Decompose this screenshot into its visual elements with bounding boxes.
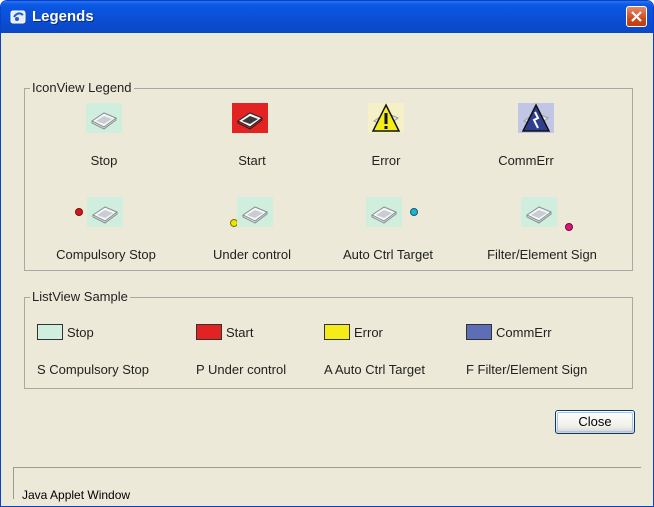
list-start: Start bbox=[196, 324, 253, 342]
list-stop-label: Stop bbox=[67, 325, 94, 340]
unit-commerr-icon bbox=[518, 103, 554, 133]
magenta-dot-icon bbox=[565, 223, 573, 231]
list-commerr: CommErr bbox=[466, 324, 552, 342]
unit-start-icon bbox=[232, 103, 268, 133]
unit-filter-sign-icon bbox=[521, 197, 557, 227]
legends-dialog: Legends IconView Legend Stop Start Error bbox=[0, 0, 654, 507]
close-window-button[interactable] bbox=[626, 6, 647, 27]
unit-error-icon bbox=[368, 103, 404, 133]
commerr-swatch bbox=[466, 324, 492, 340]
legend-error-label: Error bbox=[371, 153, 401, 168]
list-code-compulsory-stop: S Compulsory Stop bbox=[37, 362, 149, 377]
unit-auto-ctrl-icon bbox=[366, 197, 402, 227]
error-swatch bbox=[324, 324, 350, 340]
unit-under-control-icon bbox=[237, 197, 273, 227]
start-swatch bbox=[196, 324, 222, 340]
legend-auto-ctrl-target: Auto Ctrl Target bbox=[313, 197, 463, 267]
close-icon bbox=[631, 11, 642, 22]
legend-auto-ctrl-target-label: Auto Ctrl Target bbox=[342, 247, 434, 262]
legend-commerr-label: CommErr bbox=[498, 153, 554, 168]
legend-compulsory-stop-label: Compulsory Stop bbox=[56, 247, 156, 262]
iconview-legend-title: IconView Legend bbox=[30, 80, 134, 95]
legend-under-control-label: Under control bbox=[212, 247, 292, 262]
java-applet-icon bbox=[10, 8, 28, 26]
legend-stop-label: Stop bbox=[90, 153, 118, 168]
list-error-label: Error bbox=[354, 325, 383, 340]
status-bar: Java Applet Window bbox=[13, 467, 641, 502]
status-text: Java Applet Window bbox=[22, 488, 131, 502]
legend-commerr: CommErr bbox=[451, 103, 601, 173]
blue-dot-icon bbox=[410, 208, 418, 216]
listview-sample-title: ListView Sample bbox=[30, 289, 130, 304]
list-code-under-control: P Under control bbox=[196, 362, 287, 377]
list-code-filter-sign: F Filter/Element Sign bbox=[466, 362, 588, 377]
list-commerr-label: CommErr bbox=[496, 325, 552, 340]
window-title: Legends bbox=[32, 8, 94, 25]
red-dot-icon bbox=[75, 208, 83, 216]
list-stop: Stop bbox=[37, 324, 94, 342]
legend-error: Error bbox=[311, 103, 461, 173]
legend-under-control: Under control bbox=[177, 197, 327, 267]
unit-stop-icon bbox=[86, 103, 122, 133]
legend-filter-sign-label: Filter/Element Sign bbox=[487, 247, 597, 262]
list-code-auto-ctrl-target: A Auto Ctrl Target bbox=[324, 362, 425, 377]
legend-stop: Stop bbox=[29, 103, 179, 173]
unit-compulsory-stop-icon bbox=[87, 197, 123, 227]
legend-start-label: Start bbox=[238, 153, 266, 168]
list-error: Error bbox=[324, 324, 383, 342]
title-bar[interactable]: Legends bbox=[1, 1, 653, 33]
close-button[interactable]: Close bbox=[555, 410, 635, 434]
legend-start: Start bbox=[177, 103, 327, 173]
stop-swatch bbox=[37, 324, 63, 340]
legend-compulsory-stop: Compulsory Stop bbox=[31, 197, 181, 267]
list-start-label: Start bbox=[226, 325, 254, 340]
legend-filter-sign: Filter/Element Sign bbox=[467, 197, 617, 267]
